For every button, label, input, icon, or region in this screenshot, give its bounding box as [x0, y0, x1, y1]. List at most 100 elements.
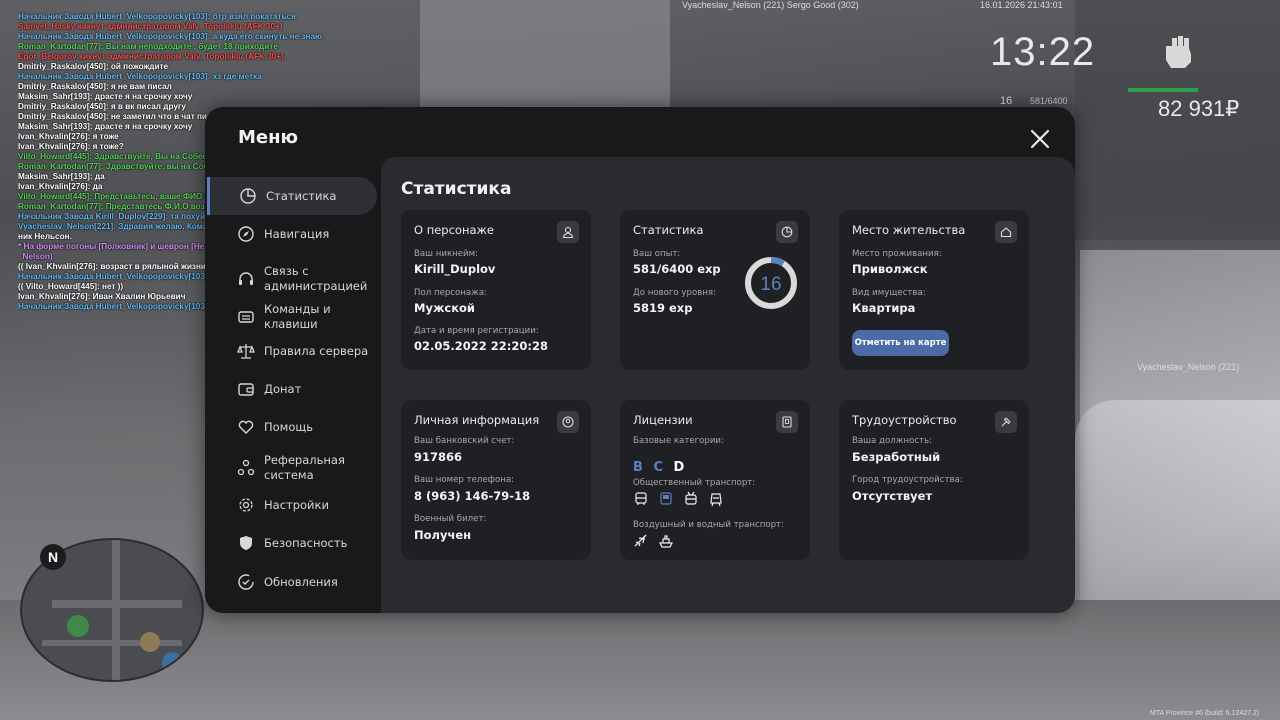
- money: 82 931₽: [1158, 96, 1240, 121]
- card-title: Трудоустройство: [852, 413, 957, 427]
- phone-label: Ваш номер телефона:: [414, 475, 515, 485]
- sidebar-item-security[interactable]: Безопасность: [205, 524, 375, 562]
- sidebar-item-settings[interactable]: Настройки: [205, 486, 375, 524]
- nickname-label: Ваш никнейм:: [414, 249, 479, 259]
- card-title: Место жительства: [852, 223, 966, 237]
- card-about-character: О персонаже Ваш никнейм: Kirill_Duplov П…: [401, 210, 591, 370]
- close-icon[interactable]: [1028, 127, 1052, 151]
- next-level-value: 5819 exp: [633, 301, 693, 315]
- trolleybus-icon: [685, 491, 697, 505]
- chat-line: Начальник Завода Hubert_Velkopopovicky[1…: [18, 72, 262, 81]
- hud-exp: 581/6400: [1030, 96, 1068, 106]
- health-bar: [1128, 88, 1198, 92]
- work-city-value: Отсутствует: [852, 489, 933, 503]
- air-water-transport-icons: [633, 533, 674, 549]
- public-transport-icons: [633, 491, 724, 507]
- build-info: MTA Province #6 (build: 6.12427.2): [1150, 710, 1260, 717]
- keyboard-icon: [238, 311, 254, 323]
- license-category-c: C: [653, 460, 663, 475]
- position-value: Безработный: [852, 450, 941, 464]
- sidebar-item-label: Правила сервера: [264, 343, 369, 358]
- sidebar-item-label: Настройки: [264, 497, 329, 512]
- residence-place-value: Приволжск: [852, 262, 928, 276]
- work-city-label: Город трудоустройства:: [852, 475, 963, 485]
- card-title: Лицензии: [633, 413, 693, 427]
- sidebar-item-label: Донат: [264, 381, 302, 396]
- exp-label: Ваш опыт:: [633, 249, 681, 259]
- public-transport-label: Общественный транспорт:: [633, 478, 756, 488]
- sidebar-item-label: Помощь: [264, 419, 314, 434]
- card-licenses: Лицензии Базовые категории: B C D Общест…: [620, 400, 810, 560]
- residence-place-label: Место проживания:: [852, 249, 942, 259]
- sidebar-item-referral[interactable]: Реферальная система: [205, 446, 375, 490]
- chart-pie-icon: [776, 221, 798, 243]
- card-employment: Трудоустройство Ваша должность: Безработ…: [839, 400, 1029, 560]
- level-progress-ring: 16: [745, 257, 797, 309]
- sidebar-item-label: Реферальная система: [264, 453, 345, 482]
- property-type-value: Квартира: [852, 301, 916, 315]
- card-title: О персонаже: [414, 223, 494, 237]
- headset-icon: [239, 272, 253, 285]
- airplane-icon: [634, 534, 647, 547]
- gear-icon: [239, 498, 253, 512]
- level-number: 16: [760, 274, 781, 295]
- compass-icon: [238, 226, 254, 242]
- sidebar-item-help[interactable]: Помощь: [205, 408, 375, 446]
- registration-value: 02.05.2022 22:20:28: [414, 339, 548, 353]
- bus-icon: [635, 492, 647, 505]
- bus-alt-icon: [660, 492, 672, 505]
- menu-panel: Меню Статистика Навигация Связь с админи…: [205, 107, 1075, 613]
- bank-account-label: Ваш банковский счет:: [414, 436, 515, 446]
- gender-label: Пол персонажа:: [414, 288, 488, 298]
- mark-on-map-button[interactable]: Отметить на карте: [852, 330, 949, 356]
- registration-label: Дата и время регистрации:: [414, 326, 539, 336]
- datetime: 16.01.2026 21:43:01: [980, 0, 1063, 10]
- north-indicator: N: [40, 544, 66, 570]
- card-title: Статистика: [633, 223, 704, 237]
- content-title: Статистика: [401, 179, 512, 199]
- air-water-transport-label: Воздушный и водный транспорт:: [633, 520, 784, 530]
- sidebar-item-label: Команды и клавиши: [264, 302, 331, 331]
- sidebar-item-navigation[interactable]: Навигация: [205, 215, 375, 253]
- house-blip-icon: [67, 615, 89, 637]
- tram-icon: [710, 493, 722, 507]
- chat-line: Maksim_Sahr[193]: драсте я на срочку хоч…: [18, 92, 193, 101]
- bank-account-value: 917866: [414, 450, 463, 464]
- license-category-b: B: [633, 460, 643, 475]
- property-type-label: Вид имущества:: [852, 288, 926, 298]
- exp-value: 581/6400 exp: [633, 262, 721, 276]
- nickname-value: Kirill_Duplov: [414, 262, 496, 276]
- gender-value: Мужской: [414, 301, 475, 315]
- chat-line: Egor_Belgorov кикнут администратором Val…: [18, 52, 284, 61]
- chat-line: Начальник Завода Hubert_Velkopopovicky[1…: [18, 12, 296, 21]
- scales-icon: [237, 344, 255, 359]
- chat-line: Dmitriy_Raskalov[450]: ой пожождите: [18, 62, 169, 71]
- shirt-blip-icon: [162, 652, 182, 672]
- fist-icon: [1166, 36, 1191, 68]
- license-categories: B C D: [633, 460, 690, 475]
- military-id-label: Военный билет:: [414, 514, 487, 524]
- player-names-top: Vyacheslav_Nelson (221) Sergo Good (302): [682, 0, 859, 10]
- next-level-label: До нового уровня:: [633, 288, 716, 298]
- sidebar-item-label: Связь с администрацией: [264, 264, 368, 293]
- card-personal-info: Личная информация Ваш банковский счет: 9…: [401, 400, 591, 560]
- license-card-icon: [776, 411, 798, 433]
- sidebar-item-rules[interactable]: Правила сервера: [205, 332, 375, 370]
- chat-line: Dmitriy_Raskalov[450]: я не вам писал: [18, 82, 172, 91]
- base-categories-label: Базовые категории:: [633, 436, 724, 446]
- wallet-icon: [238, 383, 254, 396]
- background-building: [420, 0, 670, 110]
- heart-hand-icon: [238, 420, 254, 434]
- sidebar-item-statistics[interactable]: Статистика: [207, 177, 377, 215]
- user-icon: [557, 221, 579, 243]
- chat-line: Roman_Kartodan[77]: Вы нам неподходите ,…: [18, 42, 278, 51]
- chat-line: Начальник Завода Hubert_Velkopopovicky[1…: [18, 32, 322, 41]
- sidebar-item-label: Обновления: [264, 574, 338, 589]
- card-title: Личная информация: [414, 413, 540, 427]
- sidebar-item-donate[interactable]: Донат: [205, 370, 375, 408]
- home-icon: [995, 221, 1017, 243]
- ship-icon: [659, 535, 673, 548]
- card-statistics: Статистика Ваш опыт: 581/6400 exp До нов…: [620, 210, 810, 370]
- sidebar-item-updates[interactable]: Обновления: [205, 563, 375, 601]
- sidebar-item-label: Навигация: [264, 226, 330, 241]
